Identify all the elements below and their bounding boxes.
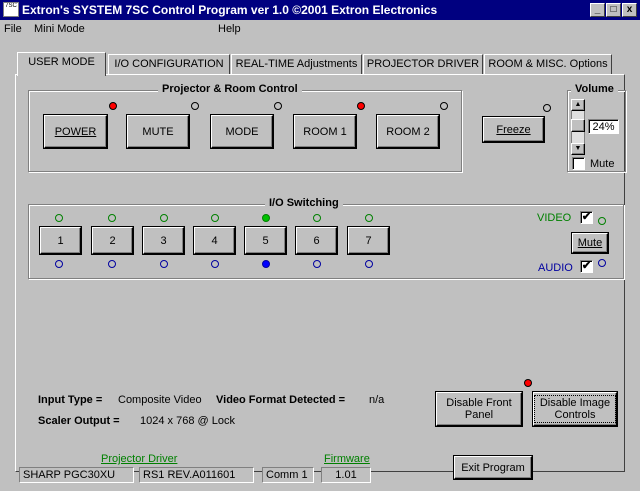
window-title: Extron's SYSTEM 7SC Control Program ver …: [22, 3, 438, 17]
menu-mini-mode[interactable]: Mini Mode: [34, 23, 85, 35]
input4-audio-led: [211, 260, 219, 268]
menu-help[interactable]: Help: [218, 23, 241, 35]
io-switching-title: I/O Switching: [265, 197, 343, 209]
input-type-label: Input Type =: [38, 394, 103, 406]
menu-file[interactable]: File: [4, 23, 22, 35]
freeze-led: [543, 104, 551, 112]
audio-status-led: [598, 259, 606, 267]
power-led: [109, 102, 117, 110]
tab-room-misc-options[interactable]: ROOM & MISC. Options: [484, 54, 612, 74]
audio-checkbox[interactable]: ✔: [580, 260, 593, 273]
room2-button[interactable]: ROOM 2: [377, 115, 439, 148]
volume-mute-label: Mute: [590, 158, 615, 170]
input-4-button[interactable]: 4: [194, 227, 235, 254]
menu-bar: File Mini Mode Help: [0, 20, 640, 38]
input5-audio-led: [262, 260, 270, 268]
volume-mute-checkbox[interactable]: [572, 157, 585, 170]
input-5-button[interactable]: 5: [245, 227, 286, 254]
input2-audio-led: [108, 260, 116, 268]
tab-real-time-adjustments[interactable]: REAL-TIME Adjustments: [231, 54, 362, 74]
input1-video-led: [55, 214, 63, 222]
firmware-version-field: 1.01: [321, 467, 371, 483]
input-1-button[interactable]: 1: [40, 227, 81, 254]
mode-button[interactable]: MODE: [211, 115, 273, 148]
input1-audio-led: [55, 260, 63, 268]
volume-down-arrow[interactable]: ▼: [571, 143, 585, 155]
tab-projector-driver[interactable]: PROJECTOR DRIVER: [363, 54, 483, 74]
input-3-button[interactable]: 3: [143, 227, 184, 254]
tab-io-configuration[interactable]: I/O CONFIGURATION: [108, 54, 230, 74]
app-icon[interactable]: 7SC: [3, 2, 19, 17]
disable-front-panel-button[interactable]: Disable Front Panel: [436, 392, 522, 426]
volume-percent-field: 24%: [588, 119, 619, 134]
input-6-button[interactable]: 6: [296, 227, 337, 254]
video-status-led: [598, 217, 606, 225]
disable-image-controls-button[interactable]: Disable Image Controls: [533, 392, 617, 426]
mute-led: [191, 102, 199, 110]
mode-led: [274, 102, 282, 110]
input-type-value: Composite Video: [118, 394, 202, 406]
input7-video-led: [365, 214, 373, 222]
minimize-button[interactable]: _: [590, 3, 605, 17]
input6-audio-led: [313, 260, 321, 268]
room1-button[interactable]: ROOM 1: [294, 115, 356, 148]
video-checkbox[interactable]: ✔: [580, 211, 593, 224]
io-mute-button[interactable]: Mute: [572, 233, 608, 253]
video-label: VIDEO: [537, 212, 572, 224]
volume-up-arrow[interactable]: ▲: [571, 99, 585, 111]
scaler-output-value: 1024 x 768 @ Lock: [140, 415, 235, 427]
projector-driver-label: Projector Driver: [101, 453, 178, 465]
scaler-output-label: Scaler Output =: [38, 415, 120, 427]
input-7-button[interactable]: 7: [348, 227, 389, 254]
input4-video-led: [211, 214, 219, 222]
volume-title: Volume: [571, 83, 618, 95]
input6-video-led: [313, 214, 321, 222]
input3-video-led: [160, 214, 168, 222]
volume-slider-thumb[interactable]: [571, 119, 585, 132]
input3-audio-led: [160, 260, 168, 268]
input7-audio-led: [365, 260, 373, 268]
comm-port-field: Comm 1: [262, 467, 314, 483]
projector-name-field: SHARP PGC30XU: [19, 467, 134, 483]
firmware-label: Firmware: [324, 453, 370, 465]
input-2-button[interactable]: 2: [92, 227, 133, 254]
video-format-label: Video Format Detected =: [216, 394, 346, 406]
freeze-button[interactable]: Freeze: [483, 117, 544, 142]
power-button[interactable]: POWER: [44, 115, 107, 148]
projector-room-control-title: Projector & Room Control: [158, 83, 302, 95]
input5-video-led: [262, 214, 270, 222]
exit-program-button[interactable]: Exit Program: [454, 456, 532, 479]
input2-video-led: [108, 214, 116, 222]
title-bar: 7SC Extron's SYSTEM 7SC Control Program …: [0, 0, 640, 20]
close-button[interactable]: x: [622, 3, 637, 17]
audio-label: AUDIO: [538, 262, 573, 274]
maximize-button[interactable]: □: [606, 3, 621, 17]
tab-user-mode[interactable]: USER MODE: [17, 52, 106, 76]
video-format-value: n/a: [369, 394, 385, 406]
room1-led: [357, 102, 365, 110]
mute-button[interactable]: MUTE: [127, 115, 189, 148]
room2-led: [440, 102, 448, 110]
driver-revision-field: RS1 REV.A011601: [139, 467, 254, 483]
image-controls-led: [524, 379, 532, 387]
